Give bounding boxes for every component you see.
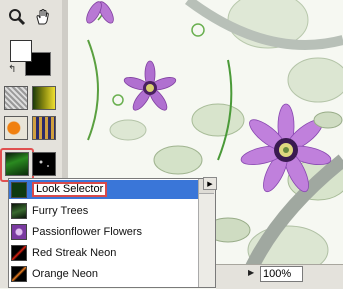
hand-tool-button[interactable] [32,6,54,28]
red-streak-neon-thumb-icon [11,244,27,261]
swap-colors-icon[interactable]: ↰ [8,64,16,75]
look-item-label: Furry Trees [32,204,89,217]
pattern-tile-icon[interactable] [32,116,56,140]
oranges-tile-icon[interactable] [4,116,28,140]
look-selector-tile-icon[interactable] [5,152,29,176]
neon-tile-icon[interactable] [32,152,56,176]
look-item-passionflower-flowers[interactable]: Passionflower Flowers [9,222,199,241]
orange-neon-thumb-icon [11,265,27,282]
look-selector-dropdown[interactable]: Look Selector Furry Trees Passionflower … [8,178,216,288]
scroll-right-arrow-icon[interactable]: ▶ [248,268,254,277]
look-item-label: Passionflower Flowers [32,225,143,238]
look-selector-thumb-icon [11,181,27,198]
look-item-furry-trees[interactable]: Furry Trees [9,201,199,220]
look-item-label: Look Selector [32,182,108,197]
magnifier-icon [9,9,26,26]
foreground-color-swatch[interactable] [10,40,32,62]
flyout-menu-arrow-icon[interactable]: ▶ [203,177,217,190]
look-item-orange-neon[interactable]: Orange Neon [9,264,199,283]
sparkle-icon [39,160,49,167]
dropdown-scrollbar[interactable]: ▲ [198,179,215,287]
zoom-level-field[interactable]: 100% [260,266,303,282]
passionflower-thumb-icon [11,223,27,240]
look-item-label: Orange Neon [32,267,99,280]
hand-icon [36,9,49,25]
furry-trees-thumb-icon [11,202,27,219]
gradient-tile-icon[interactable] [32,86,56,110]
look-item-red-streak-neon[interactable]: Red Streak Neon [9,243,199,262]
zoom-tool-button[interactable] [6,6,28,28]
look-item-look-selector[interactable]: Look Selector [9,180,199,199]
texture-tile-icon[interactable] [4,86,28,110]
look-item-label: Red Streak Neon [32,246,117,259]
